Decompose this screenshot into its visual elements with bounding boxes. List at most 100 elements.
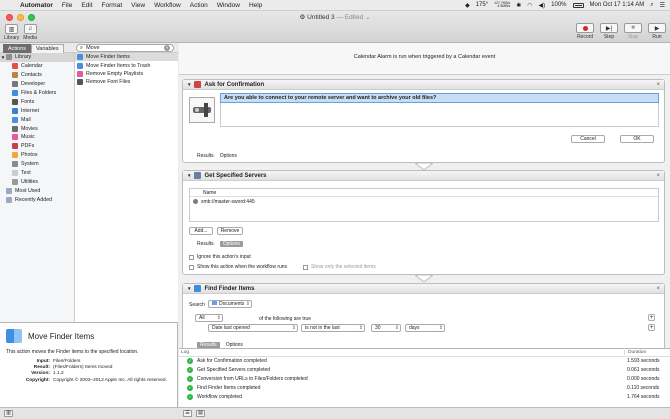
library-category-item[interactable]: PDFs — [0, 142, 74, 151]
clear-search-icon[interactable]: × — [164, 45, 170, 51]
action-item[interactable]: Move Finder Items — [75, 53, 178, 62]
net-down: 4.5MB/s — [497, 4, 511, 8]
network-speed[interactable]: 127.7KB/s 4.5MB/s — [494, 1, 511, 9]
action-find-finder-items[interactable]: ▼ Find Finder Items × Search Documents A… — [182, 283, 665, 348]
add-criterion-button[interactable]: + — [648, 324, 655, 331]
run-button[interactable]: ▶ Run — [648, 23, 666, 40]
library-category-item[interactable]: Fonts — [0, 97, 74, 106]
library-category-item[interactable]: System — [0, 160, 74, 169]
volume-icon[interactable]: ◀) — [539, 2, 546, 9]
ok-button-preview[interactable]: OK — [620, 135, 654, 143]
show-when-run-checkbox[interactable]: Show this action when the workflow runs — [189, 264, 287, 270]
record-button[interactable]: Record — [576, 23, 594, 40]
library-category-item[interactable]: Utilities — [0, 177, 74, 186]
operator-popup[interactable]: is not in the last — [301, 324, 365, 332]
log-row[interactable]: ✓ Conversion from URLs to Files/Folders c… — [179, 375, 670, 384]
edited-indicator[interactable]: — Edited ⌄ — [336, 14, 370, 21]
library-root[interactable]: ▼ Library — [0, 53, 74, 62]
library-category-item[interactable]: Contacts — [0, 71, 74, 80]
library-category-item[interactable]: Movies — [0, 124, 74, 133]
search-input[interactable]: Move — [86, 45, 164, 51]
options-tab-selected[interactable]: Options — [219, 241, 243, 247]
library-category-item[interactable]: Files & Folders — [0, 89, 74, 98]
automator-robot-icon[interactable] — [189, 97, 215, 123]
menu-help[interactable]: Help — [249, 2, 262, 9]
unit-popup[interactable]: days — [405, 324, 445, 332]
library-category-item[interactable]: Music — [0, 133, 74, 142]
library-category-item[interactable]: Photos — [0, 151, 74, 160]
recently-added[interactable]: Recently Added — [0, 195, 74, 204]
action-item[interactable]: Move Finder Items to Trash — [75, 61, 178, 69]
remove-server-button[interactable]: Remove — [217, 227, 243, 235]
menu-view[interactable]: View — [131, 2, 145, 9]
step-button[interactable]: ▶| Step — [600, 23, 618, 40]
name-column-header[interactable]: Name — [190, 189, 658, 197]
menu-app-name[interactable]: Automator — [20, 2, 53, 9]
action-search-field[interactable]: ⌕ Move × — [76, 44, 174, 52]
action-item[interactable]: Remove Empty Playlists — [75, 70, 178, 78]
wifi-icon[interactable]: ◠ — [527, 2, 532, 9]
menu-edit[interactable]: Edit — [81, 2, 92, 9]
server-row[interactable]: smb://master-sword:445 — [190, 197, 658, 206]
confirmation-message-area[interactable] — [220, 103, 659, 127]
action-get-specified-servers[interactable]: ▼ Get Specified Servers × Name smb://mas… — [182, 170, 665, 275]
stop-button[interactable]: ■ Stop — [624, 23, 642, 40]
confirmation-message-field[interactable]: Are you able to connect to your remote s… — [220, 93, 659, 103]
duration-column-header[interactable]: Duration — [624, 350, 670, 355]
action-ask-for-confirmation[interactable]: ▼ Ask for Confirmation × Are you able to… — [182, 79, 665, 163]
results-tab[interactable]: Results — [197, 153, 214, 159]
log-row[interactable]: ✓ Get Specified Servers completed 0.061 se… — [179, 366, 670, 375]
disclosure-down-icon[interactable]: ▼ — [187, 286, 191, 291]
close-action-icon[interactable]: × — [656, 286, 660, 292]
toggle-library-icon[interactable]: ▥ — [4, 410, 13, 417]
log-column-header[interactable]: Log — [179, 350, 624, 355]
results-tab[interactable]: Results — [197, 241, 214, 247]
add-condition-button[interactable]: + — [648, 314, 655, 321]
log-message: Ask for Confirmation completed — [197, 358, 267, 365]
show-selected-checkbox[interactable]: Show only the selected items — [303, 264, 376, 270]
menu-format[interactable]: Format — [102, 2, 123, 9]
menu-window[interactable]: Window — [217, 2, 240, 9]
category-icon — [12, 178, 18, 185]
options-tab[interactable]: Options — [220, 153, 237, 159]
disclosure-down-icon[interactable]: ▼ — [187, 82, 191, 87]
notification-center-icon[interactable]: ☰ — [660, 2, 665, 9]
menu-workflow[interactable]: Workflow — [154, 2, 181, 9]
log-message: Workflow completed — [197, 393, 242, 400]
dropbox-icon[interactable]: ◆ — [465, 2, 470, 9]
library-category-item[interactable]: Developer — [0, 80, 74, 89]
ignore-input-checkbox[interactable]: Ignore this action's input — [189, 254, 251, 260]
close-action-icon[interactable]: × — [656, 173, 660, 179]
bluetooth-icon[interactable]: ✱ — [516, 2, 521, 9]
menu-file[interactable]: File — [62, 2, 72, 9]
amount-field[interactable]: 30 — [371, 324, 401, 332]
record-icon — [576, 23, 594, 33]
menu-action[interactable]: Action — [190, 2, 208, 9]
action-item[interactable]: Remove Font Files — [75, 78, 178, 86]
temperature-readout[interactable]: 175° — [476, 2, 488, 8]
close-action-icon[interactable]: × — [656, 82, 660, 88]
log-row[interactable]: ✓ Ask for Confirmation completed 1.593 sec… — [179, 357, 670, 366]
server-list[interactable]: Name smb://master-sword:445 — [189, 188, 659, 222]
library-category-item[interactable]: Calendar — [0, 62, 74, 71]
spotlight-icon[interactable]: ⌕ — [650, 2, 653, 9]
media-button[interactable]: ♫ Media — [23, 24, 37, 41]
criterion-popup[interactable]: Date last opened — [208, 324, 298, 332]
cancel-button-preview[interactable]: Cancel — [571, 135, 605, 143]
library-category-item[interactable]: Text — [0, 169, 74, 178]
disclosure-down-icon[interactable]: ▼ — [187, 173, 191, 178]
search-location-popup[interactable]: Documents — [208, 300, 252, 308]
log-row[interactable]: ✓ Workflow completed 1.764 seconds — [179, 392, 670, 401]
library-category-item[interactable]: Internet — [0, 106, 74, 115]
battery-percent[interactable]: 100% — [551, 2, 566, 8]
clock[interactable]: Mon Oct 17 1:14 AM — [590, 2, 645, 8]
flow-view-icon[interactable]: ▤ — [196, 410, 205, 417]
list-view-icon[interactable]: ☰ — [183, 410, 192, 417]
library-toggle-button[interactable]: ▥ Library — [4, 24, 19, 41]
battery-icon[interactable] — [572, 2, 584, 8]
log-row[interactable]: ✓ Find Finder Items completed 0.110 second… — [179, 383, 670, 392]
match-popup[interactable]: All — [195, 314, 223, 322]
most-used[interactable]: Most Used — [0, 186, 74, 195]
add-server-button[interactable]: Add... — [189, 227, 213, 235]
library-category-item[interactable]: Mail — [0, 115, 74, 124]
